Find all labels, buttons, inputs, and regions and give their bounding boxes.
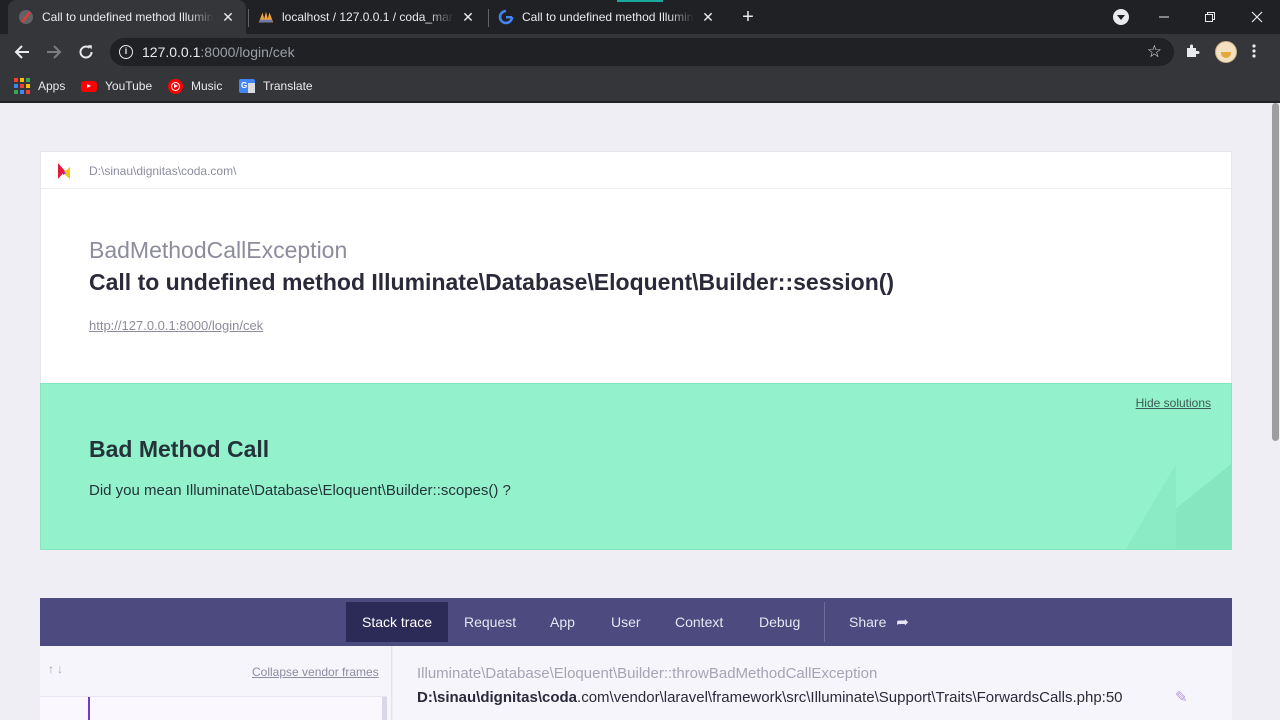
tab-title: Call to undefined method Illuminate [522, 10, 694, 24]
frame-navigation-arrows-icon[interactable]: ↑↓ [48, 662, 66, 676]
profile-avatar[interactable] [1215, 41, 1237, 63]
google-translate-icon: G [239, 78, 255, 94]
close-tab-icon[interactable]: ✕ [700, 9, 716, 25]
ignition-favicon-icon [18, 9, 34, 25]
page-scrollbar[interactable] [1270, 103, 1280, 720]
project-path: D:\sinau\dignitas\coda.com\ [89, 164, 237, 178]
bookmark-star-icon[interactable]: ☆ [1147, 42, 1162, 62]
exception-class: BadMethodCallException [89, 237, 348, 263]
tab-google-search[interactable]: Call to undefined method Illuminate ✕ [488, 0, 726, 34]
bookmark-translate[interactable]: G Translate [239, 76, 313, 96]
new-tab-button[interactable]: + [738, 7, 758, 27]
nav-separator [824, 602, 825, 642]
bookmark-music[interactable]: Music [167, 76, 222, 96]
tab-strip: Call to undefined method Illuminate ✕ lo… [0, 0, 1280, 34]
tab-context[interactable]: Context [659, 598, 739, 646]
reload-button[interactable] [74, 40, 98, 64]
url-path: :8000/login/cek [200, 44, 295, 60]
exception-card: D:\sinau\dignitas\coda.com\ BadMethodCal… [40, 151, 1232, 386]
share-button[interactable]: Share ➦ [833, 598, 925, 646]
phpmyadmin-favicon-icon [258, 9, 274, 25]
bookmarks-bar: Apps YouTube Music G Translate [0, 70, 1280, 102]
browser-toolbar: i 127.0.0.1:8000/login/cek ☆ [0, 34, 1280, 70]
tab-debug[interactable]: Debug [743, 598, 816, 646]
page-viewport: D:\sinau\dignitas\coda.com\ BadMethodCal… [0, 103, 1270, 720]
stack-frames-panel: ↑↓ Collapse vendor frames [40, 646, 392, 720]
solution-text: Did you mean Illuminate\Database\Eloquen… [89, 482, 511, 499]
exception-summary: BadMethodCallException Call to undefined… [41, 189, 1231, 385]
function-namespace: Illuminate\Database\Eloquent\ [417, 665, 618, 682]
tab-title: Call to undefined method Illuminate [42, 10, 214, 24]
forward-button[interactable] [42, 40, 66, 64]
solution-title: Bad Method Call [89, 436, 270, 462]
address-url[interactable]: 127.0.0.1:8000/login/cek [142, 44, 295, 60]
share-arrow-icon: ➦ [896, 614, 909, 631]
bookmark-youtube[interactable]: YouTube [81, 76, 152, 96]
back-button[interactable] [10, 40, 34, 64]
extensions-puzzle-icon[interactable] [1184, 43, 1200, 63]
error-tabs-nav: Stack trace Request App User Context Deb… [40, 598, 1232, 646]
frame-selected-indicator [88, 697, 90, 720]
browser-menu-icon[interactable] [1252, 43, 1256, 63]
frame-file-path: D:\sinau\dignitas\coda.com\vendor\larave… [417, 689, 1123, 706]
bookmark-label: YouTube [105, 79, 153, 93]
tab-stack-trace[interactable]: Stack trace [346, 602, 449, 642]
restore-button[interactable] [1187, 0, 1233, 34]
tab-phpmyadmin[interactable]: localhost / 127.0.0.1 / coda_market ✕ [248, 0, 486, 34]
close-window-button[interactable] [1234, 0, 1280, 34]
solution-decoration [1126, 464, 1176, 549]
address-bar[interactable]: i 127.0.0.1:8000/login/cek ☆ [110, 38, 1174, 66]
youtube-icon [81, 78, 97, 94]
share-label: Share [849, 614, 887, 630]
frames-scrollbar[interactable] [382, 697, 387, 720]
minimize-button[interactable] [1141, 0, 1187, 34]
close-tab-icon[interactable]: ✕ [460, 9, 476, 25]
google-favicon-icon [498, 9, 514, 25]
bookmark-label: Music [191, 79, 223, 93]
close-tab-icon[interactable]: ✕ [220, 9, 236, 25]
request-url-link[interactable]: http://127.0.0.1:8000/login/cek [89, 318, 263, 333]
bookmark-label: Translate [263, 79, 313, 93]
url-host: 127.0.0.1 [142, 44, 201, 60]
stack-frame-row[interactable] [40, 696, 387, 720]
collapse-vendor-frames-link[interactable]: Collapse vendor frames [252, 665, 379, 679]
tab-request[interactable]: Request [448, 598, 532, 646]
tab-app[interactable]: App [534, 598, 591, 646]
scrollbar-thumb[interactable] [1272, 103, 1279, 441]
frame-function: Illuminate\Database\Eloquent\Builder::th… [417, 665, 877, 682]
hide-solutions-link[interactable]: Hide solutions [1136, 396, 1211, 410]
file-path-rest: .com\vendor\laravel\framework\src\Illumi… [577, 689, 1123, 706]
edit-pencil-icon[interactable]: ✎ [1175, 688, 1188, 706]
frame-source-panel: Illuminate\Database\Eloquent\Builder::th… [393, 646, 1232, 720]
function-class: Builder [617, 665, 664, 682]
site-info-icon[interactable]: i [119, 45, 133, 59]
exception-message: Call to undefined method Illuminate\Data… [89, 269, 895, 295]
solution-panel: Hide solutions Bad Method Call Did you m… [40, 383, 1232, 550]
youtube-music-icon [167, 78, 183, 94]
apps-grid-icon [14, 78, 30, 94]
tab-ignition-error[interactable]: Call to undefined method Illuminate ✕ [8, 0, 246, 34]
tab-accent-line [617, 0, 663, 2]
project-path-bar: D:\sinau\dignitas\coda.com\ [41, 152, 1231, 189]
bookmark-label: Apps [38, 79, 66, 93]
file-path-bold: D:\sinau\dignitas\coda [417, 689, 578, 706]
tab-search-icon[interactable] [1113, 9, 1129, 25]
bookmark-apps[interactable]: Apps [14, 76, 65, 96]
tab-title: localhost / 127.0.0.1 / coda_market [282, 10, 454, 24]
tab-user[interactable]: User [595, 598, 657, 646]
ignition-logo-icon [57, 161, 71, 181]
function-name: ::throwBadMethodCallException [663, 665, 878, 682]
